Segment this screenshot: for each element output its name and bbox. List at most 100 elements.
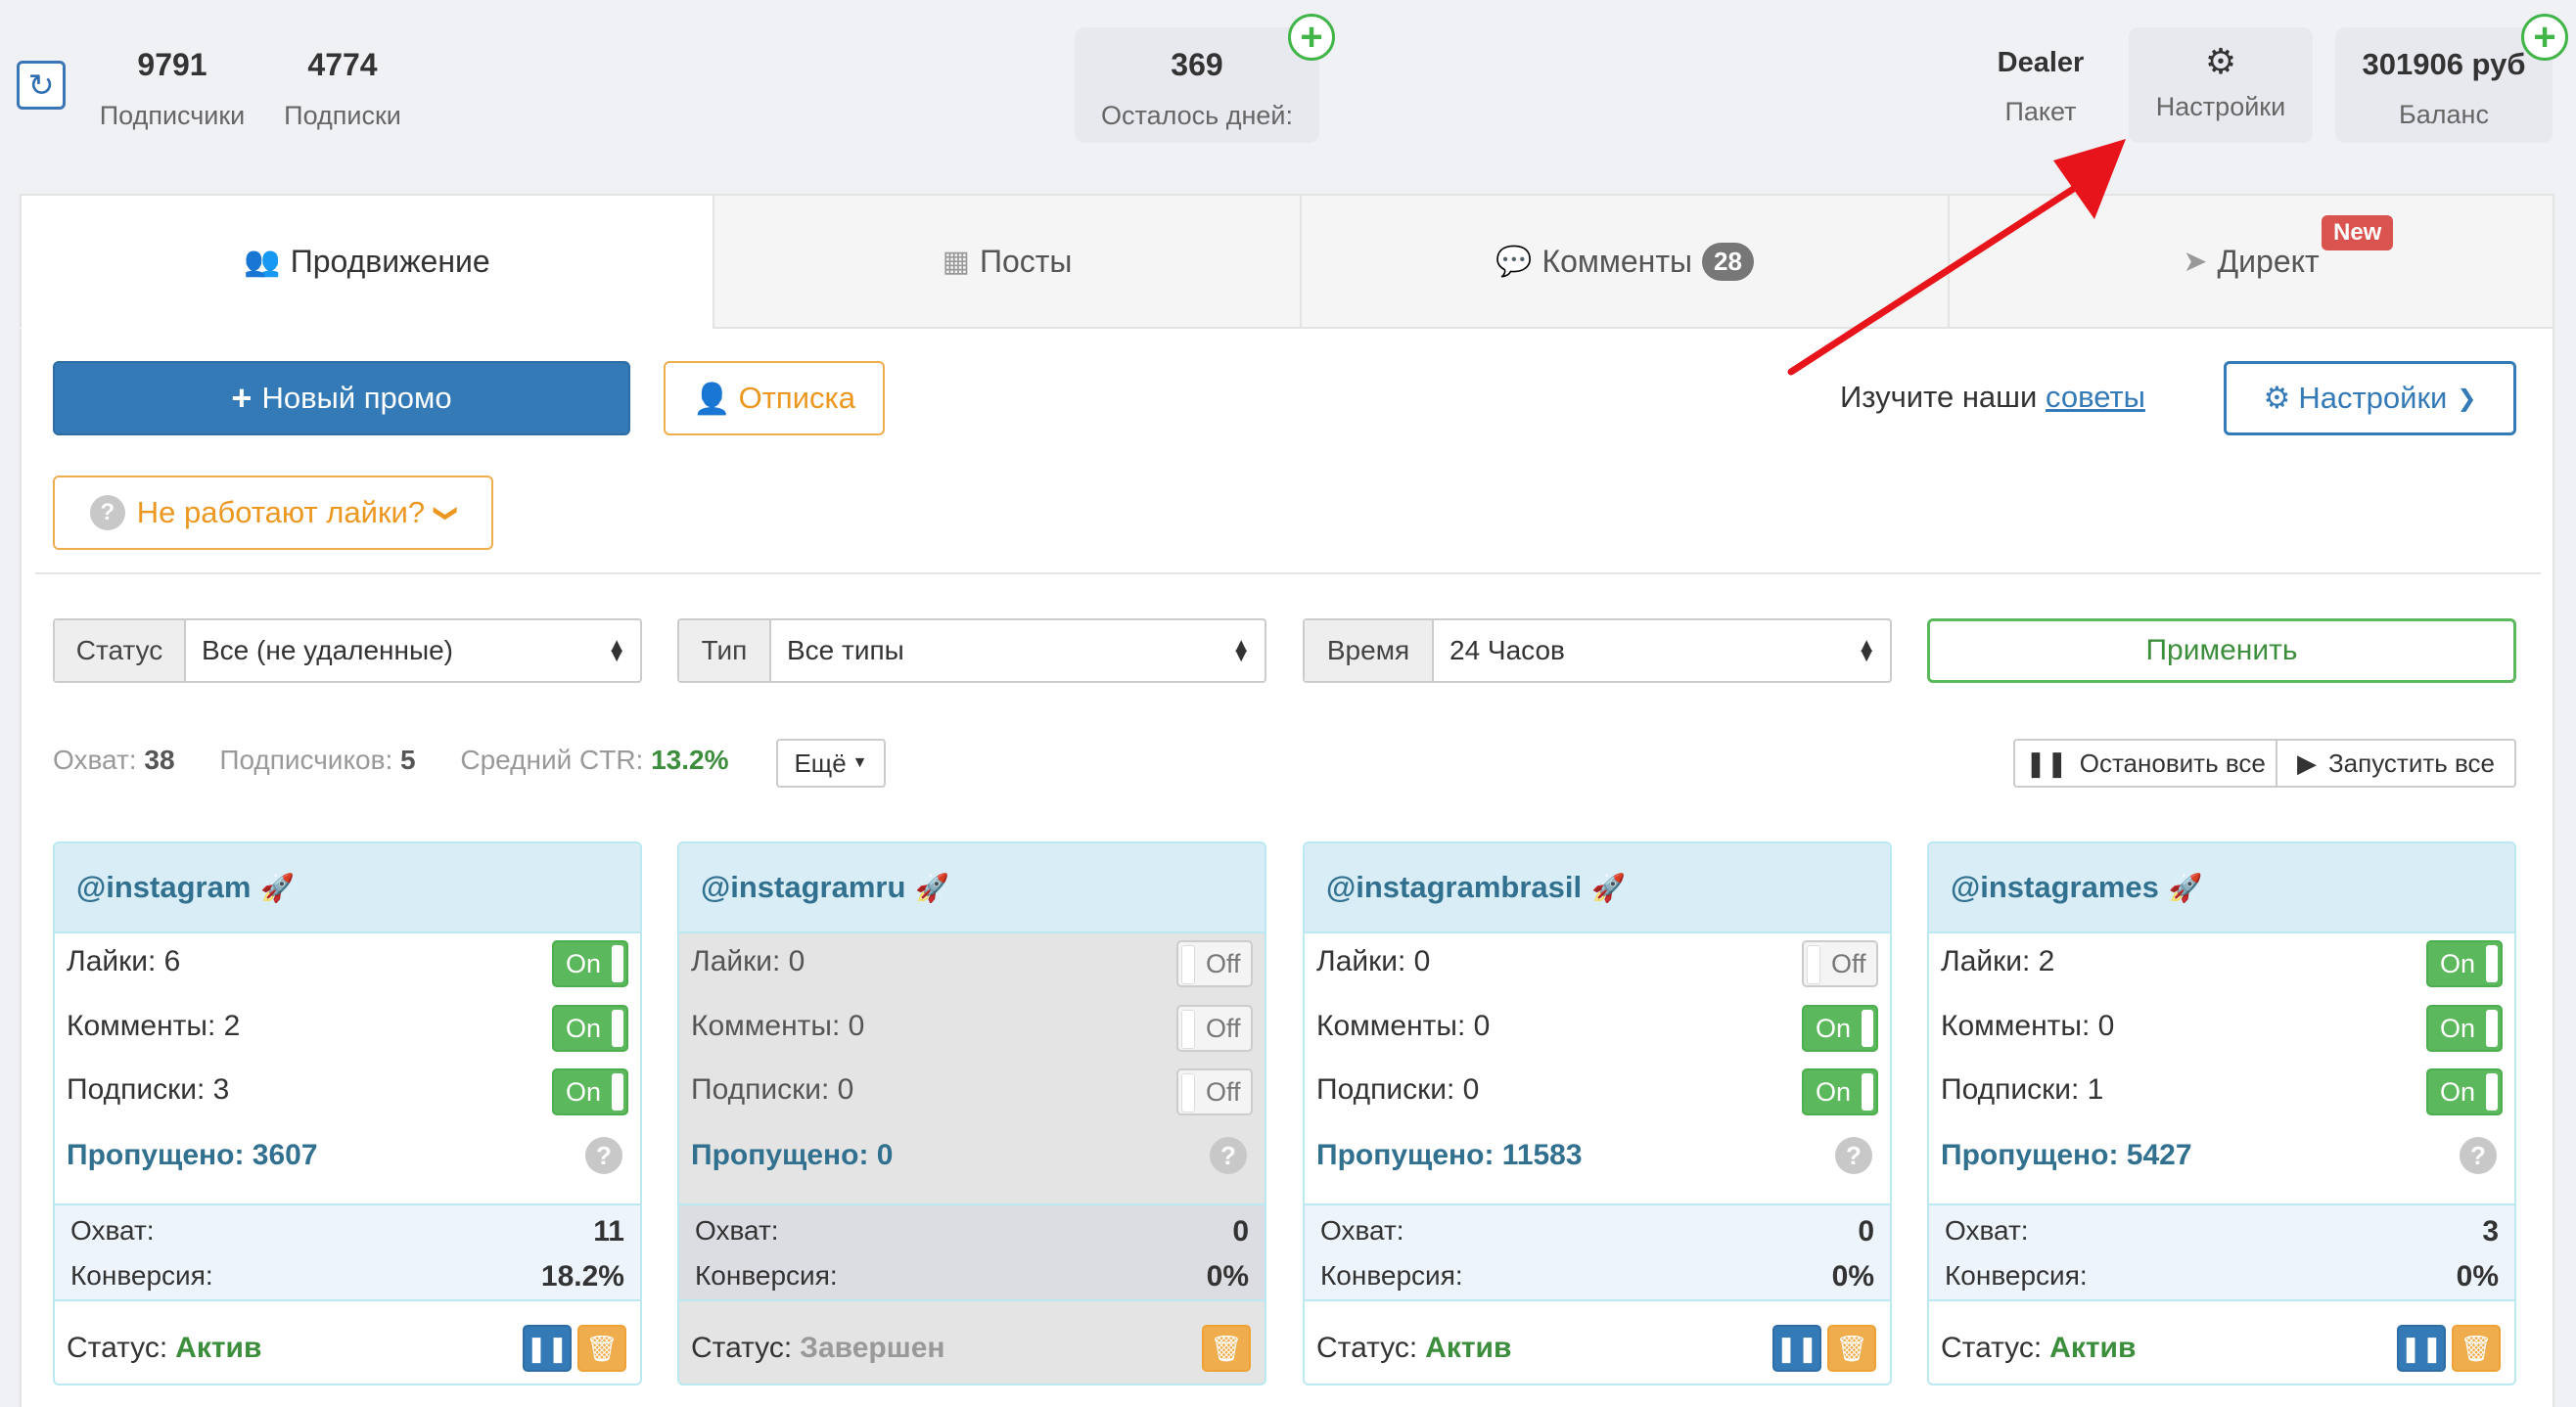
card-account-link[interactable]: @instagramru [701,870,905,905]
comments-count: Комменты: 2 [67,1010,241,1042]
trash-icon: 🗑 [1210,1333,1243,1363]
comments-count-badge: 28 [1702,242,1754,281]
comments-toggle[interactable]: Off [1176,1005,1253,1052]
conversion-label: Конверсия: [695,1260,838,1291]
delete-button[interactable]: 🗑 [2452,1325,2501,1372]
comments-toggle[interactable]: On [2426,1005,2503,1052]
question-icon[interactable]: ? [1210,1137,1247,1174]
likes-toggle[interactable]: Off [1176,940,1253,987]
likes-count: Лайки: 6 [67,945,181,977]
delete-button[interactable]: 🗑 [1202,1325,1251,1372]
more-dropdown-button[interactable]: Ещё ▼ [776,739,886,788]
tips-link[interactable]: советы [2046,380,2145,414]
status-value: Актив [175,1332,262,1364]
refresh-icon: ↻ [27,68,55,103]
likes-toggle[interactable]: Off [1802,940,1878,987]
likes-count: Лайки: 2 [1941,945,2055,977]
new-promo-button[interactable]: + Новый промо [53,361,630,435]
tab-promotion-label: Продвижение [290,243,490,279]
tab-comments[interactable]: 💬 Комменты 28 [1300,194,1950,329]
tab-posts-label: Посты [979,243,1073,279]
subscriptions-count: Подписки: 3 [67,1073,230,1106]
question-icon[interactable]: ? [585,1137,622,1174]
subscriptions-toggle[interactable]: On [2426,1068,2503,1115]
unsubscribe-button[interactable]: 👤 Отписка [664,361,885,435]
type-filter[interactable]: Тип Все типы ▲ ▼ [677,618,1266,683]
user-remove-icon: 👤 [692,381,731,416]
unsubscribe-label: Отписка [738,381,855,415]
pause-button[interactable]: ❚❚ [2397,1325,2446,1372]
tab-direct[interactable]: ➤ Директ [1948,194,2554,329]
tab-posts[interactable]: ▦ Посты [713,194,1302,329]
likes-row: Лайки: 6 On [67,935,628,988]
type-select[interactable]: Все типы ▲ ▼ [771,620,1265,681]
rocket-icon: 🚀 [1591,872,1626,903]
delete-button[interactable]: 🗑 [577,1325,626,1372]
subscriptions-toggle[interactable]: Off [1176,1068,1253,1115]
likes-row: Лайки: 2 On [1941,935,2503,988]
promo-card: @instagram 🚀 Лайки: 6 On Комменты: 2 On По… [53,841,642,1385]
time-filter[interactable]: Время 24 Часов ▲ ▼ [1303,618,1892,683]
refresh-button[interactable]: ↻ [17,61,66,110]
comments-toggle[interactable]: On [552,1005,628,1052]
question-icon[interactable]: ? [1835,1137,1872,1174]
card-account-link[interactable]: @instagrambrasil [1326,870,1582,905]
comments-toggle[interactable]: On [1802,1005,1878,1052]
time-select[interactable]: 24 Часов ▲ ▼ [1434,620,1890,681]
status-label: Статус: [1316,1332,1418,1364]
comments-count: Комменты: 0 [1941,1010,2115,1042]
delete-button[interactable]: 🗑 [1827,1325,1876,1372]
stop-all-button[interactable]: ❚❚ Остановить все [2013,739,2277,788]
pause-button[interactable]: ❚❚ [1772,1325,1821,1372]
skipped-link[interactable]: Пропущено: 5427 [1941,1139,2192,1172]
subscriptions-row: Подписки: 0 On [1316,1064,1878,1116]
comments-icon: 💬 [1495,245,1533,278]
pause-button[interactable]: ❚❚ [523,1325,572,1372]
subscriptions-toggle[interactable]: On [1802,1068,1878,1115]
comments-row: Комменты: 0 On [1941,1000,2503,1053]
skipped-link[interactable]: Пропущено: 0 [691,1139,893,1172]
subscriptions-row: Подписки: 0 Off [691,1064,1253,1116]
status-select-value: Все (не удаленные) [202,635,454,665]
skipped-link[interactable]: Пропущено: 11583 [1316,1139,1583,1172]
settings-dropdown-label: Настройки [2298,381,2448,415]
card-stats: Охват: 0 Конверсия: 0% [1305,1203,1890,1301]
comments-row: Комменты: 0 On [1316,1000,1878,1053]
type-filter-label: Тип [679,620,771,681]
settings-dropdown-button[interactable]: ⚙ Настройки ❯ [2224,361,2516,435]
start-all-button[interactable]: ▶ Запустить все [2276,739,2516,788]
status-select[interactable]: Все (не удаленные) ▲ ▼ [186,620,640,681]
tab-promotion[interactable]: 👥 Продвижение [20,194,714,329]
status-filter[interactable]: Статус Все (не удаленные) ▲ ▼ [53,618,642,683]
start-all-label: Запустить все [2327,748,2496,778]
divider [35,572,2541,574]
pause-icon: ❚❚ [526,1333,569,1363]
add-days-button[interactable]: + [1288,14,1335,61]
reach-label: Охват: [695,1215,779,1246]
package-stat: Dealer Пакет [1987,47,2094,127]
subscriptions-toggle[interactable]: On [552,1068,628,1115]
package-name: Dealer [1997,47,2085,78]
subscribers-count: 9791 [137,47,207,82]
pause-icon: ❚❚ [2400,1333,2443,1363]
likes-toggle[interactable]: On [2426,940,2503,987]
apply-button[interactable]: Применить [1927,618,2516,683]
balance-label: Баланс [2399,100,2489,129]
likes-not-working-button[interactable]: ? Не работают лайки? ❯ [53,476,493,550]
status-value: Актив [1425,1332,1512,1364]
subscriptions-count: Подписки: 0 [1316,1073,1480,1106]
reach-value: 0 [1232,1215,1249,1248]
status-filter-label: Статус [55,620,186,681]
card-header: @instagramru 🚀 [679,843,1265,933]
card-account-link[interactable]: @instagrames [1951,870,2159,905]
add-balance-button[interactable]: + [2521,14,2568,61]
reach-label: Охват: [70,1215,155,1246]
reach-value: 11 [593,1215,624,1248]
subscribers-label: Подписчики [99,101,246,130]
likes-toggle[interactable]: On [552,940,628,987]
subscriptions-stat: 4774 Подписки [274,47,411,131]
question-icon[interactable]: ? [2460,1137,2497,1174]
skipped-link[interactable]: Пропущено: 3607 [67,1139,318,1172]
card-account-link[interactable]: @instagram [76,870,251,905]
top-settings-button[interactable]: ⚙ Настройки [2129,27,2313,143]
